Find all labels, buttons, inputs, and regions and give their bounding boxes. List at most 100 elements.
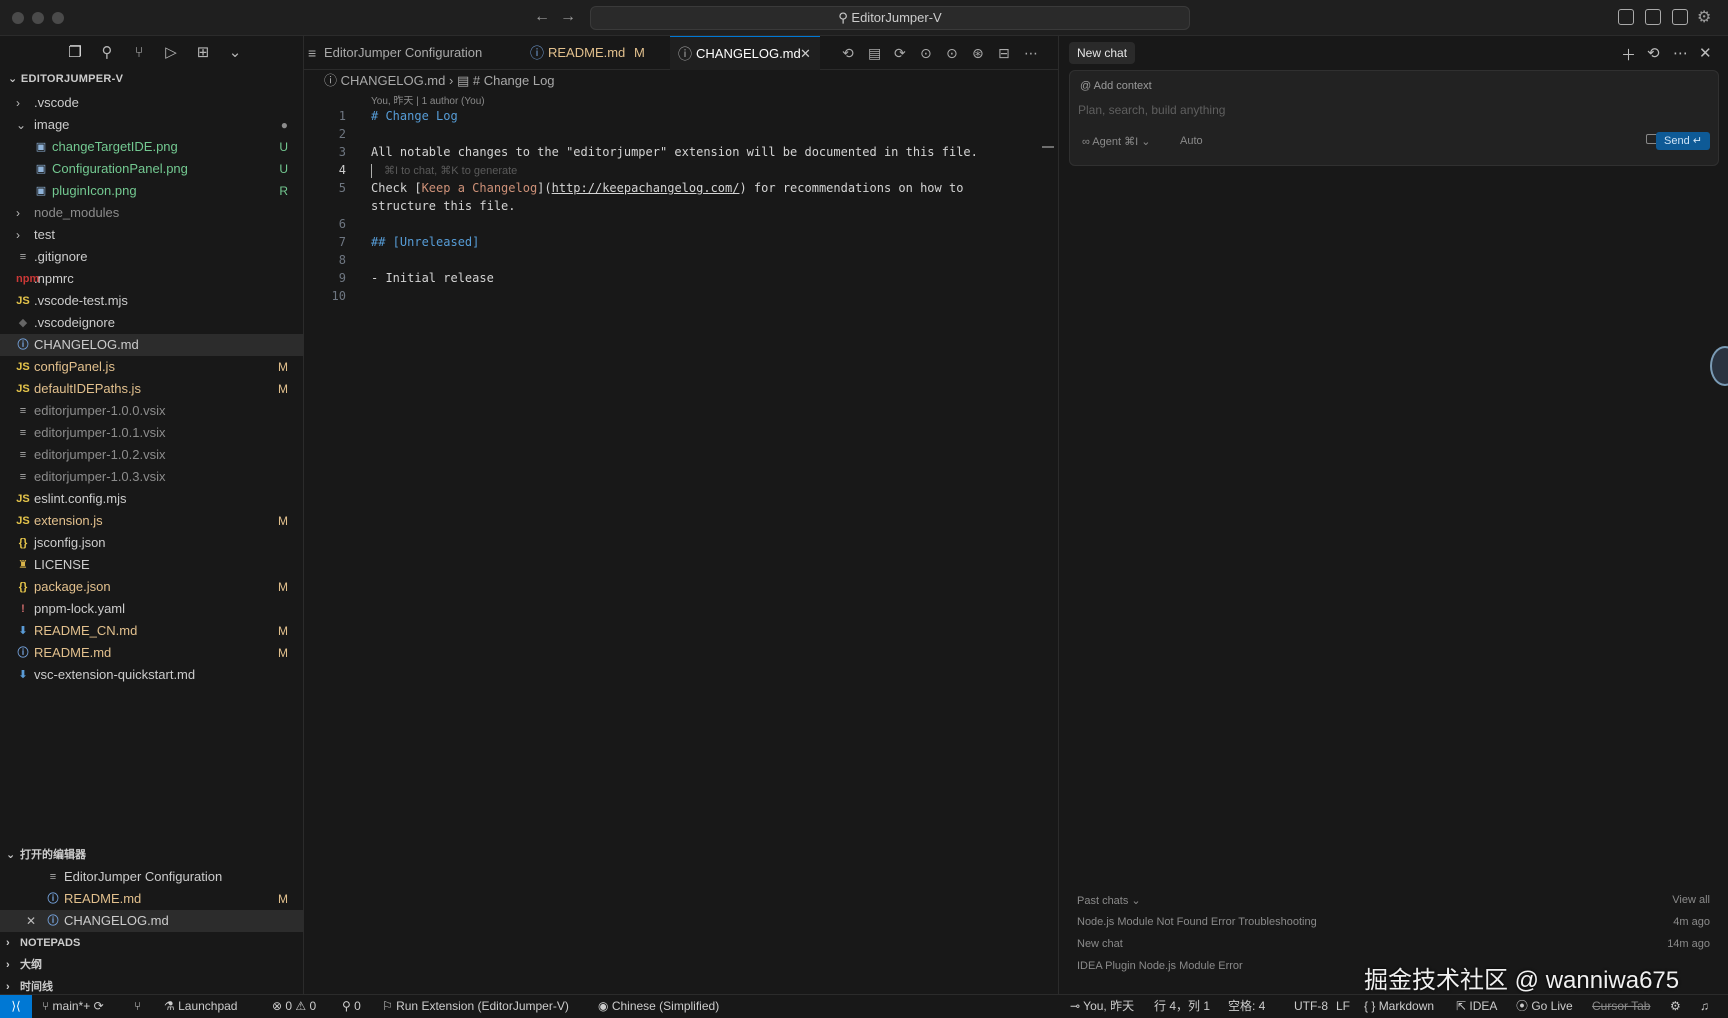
breadcrumb-file[interactable]: CHANGELOG.md: [341, 73, 446, 88]
explorer-files-icon[interactable]: ❐: [66, 44, 84, 62]
maximize-window-button[interactable]: [52, 12, 64, 24]
launchpad-item[interactable]: ⚗ Launchpad: [164, 995, 237, 1018]
file-row[interactable]: ⬇ README_CN.md M: [0, 620, 304, 642]
language-pack-item[interactable]: ◉ Chinese (Simplified): [598, 995, 719, 1018]
file-row[interactable]: ! pnpm-lock.yaml: [0, 598, 304, 620]
settings-gear-icon[interactable]: ⚙: [1697, 7, 1711, 27]
search-icon[interactable]: ⚲: [98, 44, 116, 62]
past-chat-item[interactable]: Node.js Module Not Found Error Troublesh…: [1077, 916, 1317, 928]
extensions-icon[interactable]: ⊞: [194, 44, 212, 62]
go-live-item[interactable]: ⦿ Go Live: [1516, 995, 1573, 1018]
chat-input[interactable]: Plan, search, build anything: [1078, 103, 1225, 117]
file-row[interactable]: ⓘ CHANGELOG.md: [0, 334, 304, 356]
code-line[interactable]: 6: [304, 215, 1058, 233]
send-button[interactable]: Send ↵: [1656, 132, 1710, 150]
folder-row[interactable]: › node_modules: [0, 202, 304, 224]
notepads-section-header[interactable]: › NOTEPADS: [0, 932, 304, 954]
breadcrumb-symbol[interactable]: # Change Log: [473, 73, 555, 88]
history-icon[interactable]: ⟲: [1647, 44, 1660, 62]
file-row[interactable]: ≡ editorjumper-1.0.3.vsix: [0, 466, 304, 488]
code-editor[interactable]: 1 # Change Log 2 3 All notable changes to th…: [304, 107, 1058, 305]
close-editor-icon[interactable]: ✕: [26, 910, 36, 932]
folder-row[interactable]: ⌄ image ●: [0, 114, 304, 136]
more-icon[interactable]: ⋯: [1673, 44, 1688, 62]
branch-indicator[interactable]: ⑂ main*+ ⟳: [42, 995, 104, 1018]
file-row[interactable]: ✕ ⓘ CHANGELOG.md: [0, 910, 304, 932]
run-debug-icon[interactable]: ▷: [162, 44, 180, 62]
file-row[interactable]: ⓘ README.md M: [0, 888, 304, 910]
close-window-button[interactable]: [12, 12, 24, 24]
encoding-indicator[interactable]: UTF-8: [1294, 995, 1328, 1018]
remote-indicator[interactable]: ⟩⟨: [0, 995, 32, 1018]
blame-status-item[interactable]: ⊸ You, 昨天: [1070, 995, 1134, 1018]
folder-row[interactable]: › .vscode: [0, 92, 304, 114]
file-row[interactable]: JS defaultIDEPaths.js M: [0, 378, 304, 400]
file-row[interactable]: {} jsconfig.json: [0, 532, 304, 554]
eol-indicator[interactable]: LF: [1336, 995, 1350, 1018]
model-select[interactable]: Auto: [1180, 135, 1203, 147]
file-row[interactable]: ◆ .vscodeignore: [0, 312, 304, 334]
history-icon[interactable]: ⟲: [842, 36, 854, 70]
run-extension-item[interactable]: ⚐ Run Extension (EditorJumper-V): [382, 995, 569, 1018]
tab-editorjumper-configuration[interactable]: ≡ EditorJumper Configuration: [304, 36, 508, 70]
file-row[interactable]: ▣ ConfigurationPanel.png U: [0, 158, 304, 180]
floating-assistant-icon[interactable]: [1710, 346, 1728, 386]
file-row[interactable]: ≡ editorjumper-1.0.0.vsix: [0, 400, 304, 422]
code-line[interactable]: 8: [304, 251, 1058, 269]
file-row[interactable]: JS eslint.config.mjs: [0, 488, 304, 510]
ports-indicator[interactable]: ⚲ 0: [342, 995, 361, 1018]
chat-tab[interactable]: New chat: [1069, 42, 1136, 64]
back-arrow-icon[interactable]: ←: [534, 8, 550, 26]
next-change-icon[interactable]: ⊙: [946, 36, 958, 70]
view-all-link[interactable]: View all: [1672, 894, 1710, 906]
toggle-primary-sidebar-icon[interactable]: [1618, 9, 1634, 25]
code-line[interactable]: 3 All notable changes to the "editorjumpe…: [304, 143, 1058, 161]
indentation-indicator[interactable]: 空格: 4: [1228, 995, 1265, 1018]
code-line[interactable]: 7 ## [Unreleased]: [304, 233, 1058, 251]
toggle-secondary-sidebar-icon[interactable]: [1672, 9, 1688, 25]
file-row[interactable]: ⓘ README.md M: [0, 642, 304, 664]
past-chats-toggle[interactable]: Past chats ⌄: [1077, 894, 1141, 907]
code-line[interactable]: 5 Check [Keep a Changelog](http://keepach…: [304, 179, 1058, 197]
past-chat-item[interactable]: IDEA Plugin Node.js Module Error: [1077, 960, 1243, 972]
notifications-bell-icon[interactable]: ♫: [1700, 995, 1709, 1018]
file-row[interactable]: JS extension.js M: [0, 510, 304, 532]
past-chat-item[interactable]: New chat: [1077, 938, 1123, 950]
close-icon[interactable]: ✕: [1699, 44, 1712, 62]
code-line[interactable]: 10: [304, 287, 1058, 305]
file-row[interactable]: ▣ pluginIcon.png R: [0, 180, 304, 202]
folder-row[interactable]: › test: [0, 224, 304, 246]
cursor-position[interactable]: 行 4，列 1: [1154, 995, 1210, 1018]
settings-gear-icon[interactable]: ⚙: [1670, 995, 1681, 1018]
preview-icon[interactable]: ▤: [868, 36, 881, 70]
more-views-chevron-icon[interactable]: ⌄: [226, 44, 244, 62]
tab-readme[interactable]: ⓘ README.md M: [526, 36, 666, 70]
cursor-tab-item[interactable]: Cursor Tab: [1592, 995, 1650, 1018]
minimize-window-button[interactable]: [32, 12, 44, 24]
codelens-blame[interactable]: You, 昨天 | 1 author (You): [371, 92, 485, 107]
file-row[interactable]: ⬇ vsc-extension-quickstart.md: [0, 664, 304, 686]
explorer-root-header[interactable]: ⌄ EDITORJUMPER-V: [8, 72, 123, 85]
plus-icon[interactable]: ＋: [1621, 44, 1636, 65]
tab-changelog[interactable]: ⓘ CHANGELOG.md ✕: [670, 36, 820, 70]
code-line[interactable]: 4 ⌘I to chat, ⌘K to generate: [304, 161, 1058, 179]
file-row[interactable]: npm .npmrc: [0, 268, 304, 290]
file-row[interactable]: ≡ editorjumper-1.0.1.vsix: [0, 422, 304, 444]
idea-item[interactable]: ⇱ IDEA: [1456, 995, 1497, 1018]
code-line[interactable]: 2: [304, 125, 1058, 143]
agent-mode-select[interactable]: ∞ Agent ⌘I ⌄: [1082, 135, 1150, 148]
file-row[interactable]: {} package.json M: [0, 576, 304, 598]
open-editors-section-header[interactable]: ⌄ 打开的编辑器: [0, 844, 304, 866]
forward-arrow-icon[interactable]: →: [560, 8, 576, 26]
source-control-icon[interactable]: ⑂: [130, 44, 148, 62]
file-row[interactable]: JS configPanel.js M: [0, 356, 304, 378]
file-row[interactable]: ≡ .gitignore: [0, 246, 304, 268]
more-actions-icon[interactable]: ⋯: [1024, 36, 1038, 70]
outline-section-header[interactable]: › 大纲: [0, 954, 304, 976]
file-row[interactable]: ≡ EditorJumper Configuration: [0, 866, 304, 888]
language-mode-item[interactable]: { } Markdown: [1364, 995, 1434, 1018]
file-row[interactable]: ♜ LICENSE: [0, 554, 304, 576]
compare-icon[interactable]: ⟳: [894, 36, 906, 70]
git-lens-icon[interactable]: ⊛: [972, 36, 984, 70]
file-row[interactable]: JS .vscode-test.mjs: [0, 290, 304, 312]
